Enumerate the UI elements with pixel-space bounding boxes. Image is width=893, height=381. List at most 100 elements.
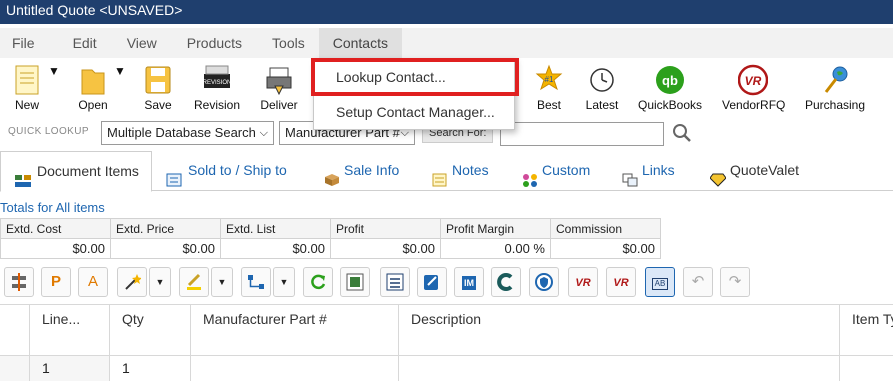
menu-edit[interactable]: Edit <box>61 28 109 58</box>
chevron-down-icon[interactable]: ▼ <box>273 267 295 297</box>
totals-header: Profit Margin <box>440 218 551 239</box>
tab-label: Document Items <box>37 163 139 179</box>
quickbooks-logo-icon: qb <box>655 64 685 96</box>
svg-text:REVISION: REVISION <box>203 80 232 86</box>
purchasing-button[interactable]: Purchasing <box>804 64 866 112</box>
items-grid: Line... Qty Manufacturer Part # Descript… <box>0 304 893 381</box>
vr-label: VR <box>575 277 591 289</box>
c-logo-icon[interactable] <box>491 267 521 297</box>
vendorrfq-add-icon[interactable]: VR <box>568 267 598 297</box>
search-icon[interactable] <box>672 123 692 146</box>
table-row-qty-cell[interactable]: 1 <box>110 355 191 381</box>
open-dropdown-icon[interactable]: ▼ <box>114 64 126 78</box>
database-search-select[interactable]: Multiple Database Search ⌵ <box>101 121 274 145</box>
totals-value: $0.00 <box>0 238 111 259</box>
document-items-icon <box>15 164 31 187</box>
hierarchy-icon[interactable] <box>241 267 271 297</box>
tab-document-items[interactable]: Document Items <box>0 151 152 192</box>
table-row-description-cell[interactable] <box>399 355 840 381</box>
menu-view[interactable]: View <box>115 28 169 58</box>
totals-table: Extd. Cost Extd. Price Extd. List Profit… <box>0 218 661 259</box>
save-button[interactable]: Save <box>142 64 174 112</box>
totals-value: $0.00 <box>220 238 331 259</box>
best-label: Best <box>536 98 561 112</box>
tab-notes[interactable]: Notes <box>416 151 489 191</box>
list-view-icon[interactable] <box>380 267 410 297</box>
quickbooks-button[interactable]: qb QuickBooks <box>638 64 702 112</box>
totals-header: Extd. Price <box>110 218 221 239</box>
tab-links[interactable]: Links <box>606 151 675 191</box>
column-header-manufacturer-part[interactable]: Manufacturer Part # <box>191 305 399 355</box>
chevron-down-icon[interactable]: ▼ <box>149 267 171 297</box>
annotation-highlight-box <box>311 58 519 96</box>
open-button[interactable]: Open <box>76 64 110 112</box>
grid-toolbar: P A ▼ ▼ ▼ IM VR VR AB ↶ ↷ <box>0 264 893 302</box>
latest-button[interactable]: Latest <box>584 64 620 112</box>
shield-icon[interactable] <box>529 267 559 297</box>
row-selector-header <box>0 305 30 355</box>
magic-wand-icon[interactable] <box>117 267 147 297</box>
setup-contact-manager-menu-item[interactable]: Setup Contact Manager... <box>314 97 514 127</box>
quickbooks-label: QuickBooks <box>638 98 703 112</box>
new-label: New <box>14 98 39 112</box>
tab-label: Links <box>642 162 675 178</box>
table-row-line-cell[interactable]: 1 <box>30 355 110 381</box>
table-row-part-cell[interactable] <box>191 355 399 381</box>
menu-tools[interactable]: Tools <box>260 28 317 58</box>
chevron-down-icon[interactable]: ▼ <box>211 267 233 297</box>
tab-sold-to-ship-to[interactable]: Sold to / Ship to <box>152 151 287 191</box>
tab-custom[interactable]: Custom <box>506 151 590 191</box>
revision-label: Revision <box>193 98 241 112</box>
menu-products[interactable]: Products <box>175 28 254 58</box>
menu-file[interactable]: File <box>0 28 47 58</box>
best-award-icon: #1 <box>534 64 564 96</box>
revision-button[interactable]: REVISION Revision <box>192 64 242 112</box>
insert-row-icon[interactable] <box>4 267 34 297</box>
best-button[interactable]: #1 Best <box>534 64 564 112</box>
edit-note-icon[interactable] <box>417 267 447 297</box>
deliver-button[interactable]: Deliver <box>258 64 300 112</box>
quotevalet-diamond-icon <box>709 163 727 187</box>
tab-label: Sold to / Ship to <box>188 162 287 178</box>
totals-title: Totals for All items <box>0 200 105 215</box>
new-dropdown-icon[interactable]: ▼ <box>48 64 60 78</box>
totals-header: Extd. Cost <box>0 218 111 239</box>
open-label: Open <box>78 98 108 112</box>
vendorrfq-logo-icon: VR <box>737 64 769 96</box>
new-document-icon <box>12 64 42 96</box>
tab-label: Sale Info <box>344 162 400 178</box>
redo-icon[interactable]: ↷ <box>720 267 750 297</box>
totals-header: Extd. List <box>220 218 331 239</box>
column-header-description[interactable]: Description <box>399 305 840 355</box>
search-input[interactable] <box>500 122 664 146</box>
column-header-line[interactable]: Line... <box>30 305 110 355</box>
column-header-item-type[interactable]: Item Ty <box>840 305 893 355</box>
totals-value: 0.00 % <box>440 238 551 259</box>
vendorrfq-button[interactable]: VR VendorRFQ <box>722 64 786 112</box>
chevron-down-icon: ⌵ <box>259 127 268 139</box>
menu-contacts[interactable]: Contacts <box>318 28 402 58</box>
column-header-qty[interactable]: Qty <box>110 305 191 355</box>
vendorrfq-label: VendorRFQ <box>722 98 786 112</box>
highlight-pen-icon[interactable] <box>179 267 209 297</box>
notes-icon <box>432 163 448 187</box>
p-button[interactable]: P <box>41 267 71 297</box>
a-button[interactable]: A <box>78 267 108 297</box>
undo-icon[interactable]: ↶ <box>683 267 713 297</box>
row-selector[interactable] <box>0 355 30 381</box>
svg-text:#1: #1 <box>545 75 554 84</box>
revision-icon: REVISION <box>202 64 232 96</box>
tab-sale-info[interactable]: Sale Info <box>308 151 399 191</box>
im-button[interactable]: IM <box>454 267 484 297</box>
totals-value: $0.00 <box>550 238 661 259</box>
vendorrfq-send-icon[interactable]: VR <box>606 267 636 297</box>
window-title: Untitled Quote <UNSAVED> <box>0 0 893 24</box>
deliver-printer-icon <box>264 64 294 96</box>
tab-quotevalet[interactable]: QuoteValet <box>694 151 799 191</box>
purchasing-label: Purchasing <box>804 98 866 112</box>
ab-toggle-button[interactable]: AB <box>645 267 675 297</box>
refresh-icon[interactable] <box>303 267 333 297</box>
image-icon[interactable] <box>340 267 370 297</box>
table-row-type-cell[interactable] <box>840 355 893 381</box>
new-button[interactable]: New <box>10 64 44 112</box>
